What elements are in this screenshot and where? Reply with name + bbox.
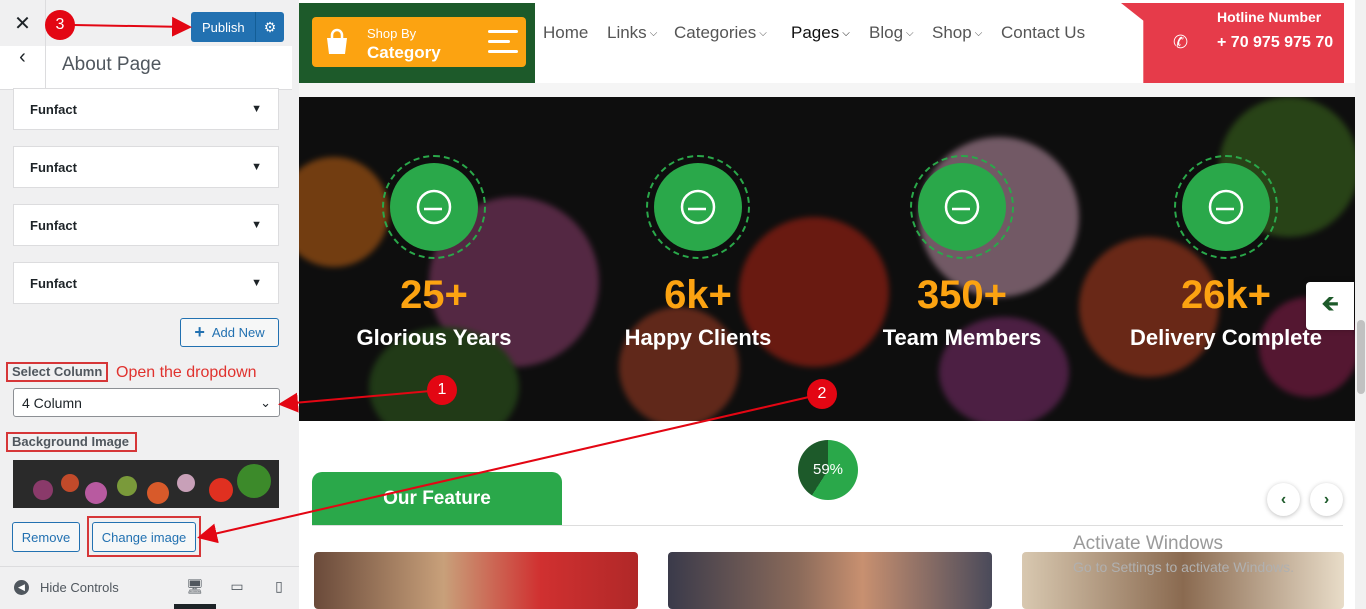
page-scrollbar-thumb[interactable] <box>1357 320 1365 394</box>
funfact-label: Funfact <box>30 275 77 291</box>
funfact-label: Funfact <box>30 217 77 233</box>
funfact-icon <box>390 163 478 251</box>
funfact-title: Happy Clients <box>624 325 772 350</box>
caret-down-icon: ▼ <box>251 161 262 173</box>
chevron-right-icon[interactable]: › <box>1310 483 1343 516</box>
funfact-number: 25+ <box>400 273 468 317</box>
caret-down-icon: ▼ <box>251 219 262 231</box>
sidebar-scrollbar[interactable] <box>292 46 299 566</box>
close-icon[interactable]: ✕ <box>0 0 46 46</box>
funfact-item[interactable]: Funfact ▼ <box>13 262 279 304</box>
plus-icon: + <box>194 322 205 342</box>
column-select[interactable]: 4 Column ⌄ <box>13 388 280 417</box>
remove-button[interactable]: Remove <box>12 522 80 552</box>
add-new-button[interactable]: + Add New <box>180 318 279 347</box>
section-title: About Page <box>62 54 162 75</box>
chevron-down-icon: ⌵ <box>842 27 850 39</box>
nav-links[interactable]: Links ⌵ <box>607 23 657 43</box>
publish-label: Publish <box>202 19 245 35</box>
caret-down-icon: ▼ <box>251 277 262 289</box>
tablet-icon[interactable]: ▭ <box>229 578 245 594</box>
shop-by-category-button[interactable]: Shop By Category <box>312 17 526 67</box>
progress-percent: 59% <box>812 461 844 478</box>
active-device-indicator <box>174 604 216 609</box>
nav-pages[interactable]: Pages ⌵ <box>791 23 850 43</box>
feature-card-image <box>668 552 992 609</box>
column-select-value: 4 Column <box>22 394 82 411</box>
funfact-icon <box>918 163 1006 251</box>
funfact-item[interactable]: Funfact ▼ <box>13 88 279 130</box>
page-scrollbar[interactable] <box>1355 0 1366 609</box>
funfact-item[interactable]: Funfact ▼ <box>13 204 279 246</box>
funfact-item[interactable]: Funfact ▼ <box>13 146 279 188</box>
nav-contact[interactable]: Contact Us <box>1001 23 1085 43</box>
phone-icon: ✆ <box>1173 32 1189 52</box>
section-header: ‹ About Page <box>0 46 292 90</box>
arrow-left-icon[interactable]: 🡸 <box>1306 282 1354 330</box>
nav-shop[interactable]: Shop ⌵ <box>932 23 982 43</box>
annotation-badge: 1 <box>427 375 457 405</box>
funfact-title: Team Members <box>882 325 1042 350</box>
chevron-left-icon[interactable]: ‹ <box>0 46 46 90</box>
hotline-number[interactable]: + 70 975 975 70 <box>1217 31 1337 54</box>
category-label: Category <box>367 43 441 62</box>
chevron-down-icon: ⌄ <box>260 394 271 410</box>
funfact-title: Glorious Years <box>356 325 512 350</box>
background-image-label: Background Image <box>12 434 130 449</box>
annotation-badge: 3 <box>45 10 75 40</box>
activate-windows-subtitle: Go to Settings to activate Windows. <box>1073 559 1294 575</box>
menu-icon <box>488 30 518 54</box>
feature-card-image <box>314 552 638 609</box>
chevron-left-icon[interactable]: ‹ <box>1267 483 1300 516</box>
hide-controls-button[interactable]: Hide Controls <box>40 580 119 595</box>
nav-categories[interactable]: Categories ⌵ <box>674 23 767 43</box>
publish-button[interactable]: Publish ⚙ <box>191 12 284 42</box>
shopping-bag-icon <box>327 28 347 54</box>
annotation-hint: Open the dropdown <box>116 364 257 381</box>
chevron-down-icon: ⌵ <box>906 27 914 39</box>
our-feature-tab: Our Feature <box>312 472 562 526</box>
chevron-down-icon: ⌵ <box>759 27 767 39</box>
desktop-icon[interactable]: 🖥 <box>186 578 204 594</box>
change-image-button[interactable]: Change image <box>92 522 196 552</box>
mobile-icon[interactable]: ▯ <box>271 578 287 594</box>
shop-by-label: Shop By <box>367 26 417 41</box>
funfact-label: Funfact <box>30 101 77 117</box>
nav-blog[interactable]: Blog ⌵ <box>869 23 914 43</box>
activate-windows-title: Activate Windows <box>1073 533 1223 554</box>
funfact-section: 25+ Glorious Years 6k+ Happy Clients 350… <box>299 97 1355 421</box>
hotline-title: Hotline Number <box>1217 9 1322 25</box>
background-image-preview <box>13 460 279 508</box>
chevron-down-icon: ⌵ <box>974 27 983 39</box>
gear-icon[interactable]: ⚙ <box>256 19 284 36</box>
funfact-number: 350+ <box>916 273 1008 317</box>
chevron-down-icon: ⌵ <box>649 27 658 39</box>
hide-controls-icon[interactable]: ◀ <box>14 580 29 595</box>
add-new-label: Add New <box>211 325 265 340</box>
funfact-icon <box>654 163 742 251</box>
caret-down-icon: ▼ <box>251 103 262 115</box>
funfact-label: Funfact <box>30 159 77 175</box>
funfact-icon <box>1182 163 1270 251</box>
nav-home[interactable]: Home <box>543 23 588 43</box>
select-column-label: Select Column <box>12 364 103 379</box>
funfact-number: 6k+ <box>664 273 732 317</box>
annotation-badge: 2 <box>807 379 837 409</box>
